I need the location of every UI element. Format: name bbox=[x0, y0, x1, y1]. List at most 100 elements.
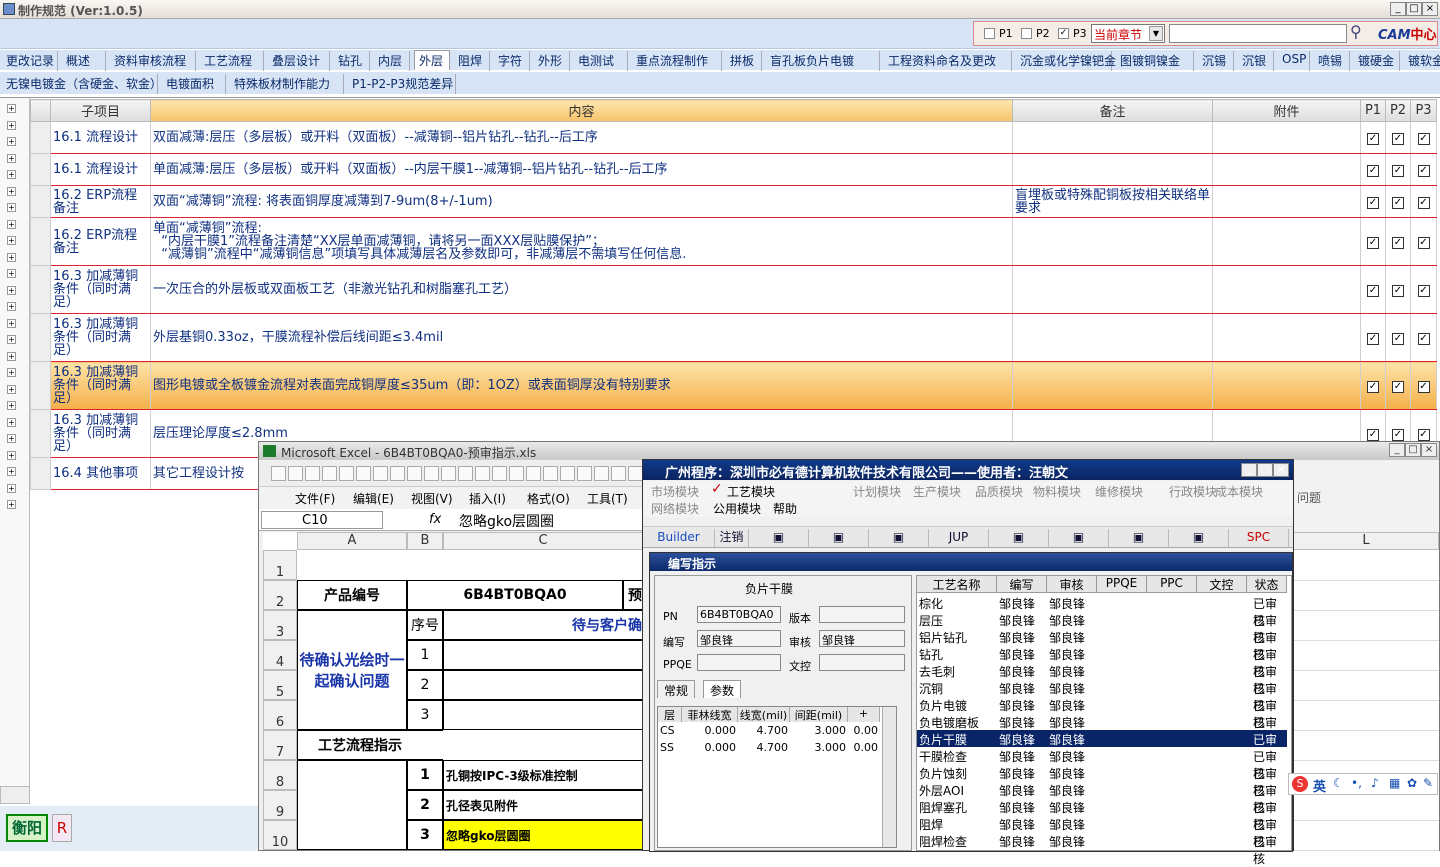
tree-expand-icon[interactable]: + bbox=[7, 137, 16, 146]
tree-expand-icon[interactable]: + bbox=[7, 368, 16, 377]
minimize-button[interactable]: _ bbox=[1390, 2, 1406, 16]
table-row[interactable]: 16.1 流程设计 双面减薄:层压（多层板）或开料（双面板）--减薄铜--铝片钻孔… bbox=[30, 121, 1437, 154]
app-menu-0[interactable]: 市场模块 bbox=[651, 483, 699, 500]
tree-expand-icon[interactable]: + bbox=[7, 467, 16, 476]
col-header[interactable]: A bbox=[297, 532, 407, 550]
check-icon[interactable]: ✓ bbox=[1392, 332, 1404, 345]
row-header[interactable]: 2 bbox=[263, 580, 297, 610]
tree-expand-icon[interactable]: + bbox=[7, 203, 16, 212]
param-header[interactable]: 线宽(mil) bbox=[738, 707, 790, 722]
maximize-button[interactable]: □ bbox=[1406, 2, 1422, 16]
toolbar-icon[interactable] bbox=[305, 466, 320, 481]
tab-4[interactable]: 叠层设计 bbox=[268, 51, 330, 71]
tab-12[interactable]: 重点流程制作 bbox=[632, 51, 722, 71]
check-icon[interactable]: ✓ bbox=[1392, 196, 1404, 209]
tab-5[interactable]: 钻孔 bbox=[334, 51, 370, 71]
proc-header[interactable]: 编写 bbox=[997, 576, 1047, 593]
app-menu2-2[interactable]: 帮助 bbox=[773, 500, 797, 517]
writer-field[interactable]: 邹良锋 bbox=[697, 630, 781, 647]
app-menu-5[interactable]: 品质模块 bbox=[975, 483, 1023, 500]
list-item[interactable]: 阻焊 邹良锋 邹良锋 已审核 bbox=[917, 815, 1287, 849]
toolbar-icon[interactable]: ▣ bbox=[1109, 529, 1169, 547]
toolbar-icon[interactable] bbox=[458, 466, 473, 481]
toolbar-icon[interactable] bbox=[373, 466, 388, 481]
tree-expand-icon[interactable]: + bbox=[7, 384, 16, 394]
table-row[interactable]: 16.3 加减薄铜条件（同时满足） 一次压合的外层板或双面板工艺（非激光钻孔和树脂… bbox=[30, 265, 1437, 314]
excel-close-button[interactable]: × bbox=[1421, 443, 1437, 457]
toolbar-icon[interactable]: ▣ bbox=[869, 529, 929, 547]
tab-16[interactable]: 沉金或化学镍钯金 bbox=[1016, 51, 1116, 71]
table-row[interactable]: 16.3 加减薄铜条件（同时满足） 图形电镀或全板镀金流程对表面完成铜厚度≤35u… bbox=[30, 361, 1437, 410]
scrollbar[interactable] bbox=[882, 707, 896, 847]
ppqe-field[interactable] bbox=[697, 654, 781, 671]
pending-cell[interactable] bbox=[443, 670, 647, 700]
check-icon[interactable]: ✓ bbox=[1367, 236, 1379, 249]
tree-expand-icon[interactable]: + bbox=[7, 236, 16, 245]
toolbar-icon[interactable]: ▣ bbox=[809, 529, 869, 547]
param-header[interactable]: + bbox=[848, 707, 880, 722]
erp-toolbar-button[interactable]: Builder bbox=[643, 529, 715, 547]
wrench-icon[interactable]: ✎ bbox=[1423, 776, 1433, 790]
pending-cell[interactable] bbox=[443, 640, 647, 670]
app-menu-7[interactable]: 维修模块 bbox=[1095, 483, 1143, 500]
check-icon[interactable]: ✓ bbox=[1417, 132, 1430, 145]
search-input[interactable] bbox=[1169, 24, 1347, 43]
proc-header[interactable]: 状态 bbox=[1247, 576, 1287, 593]
erp-toolbar-button[interactable]: SPC bbox=[1229, 529, 1289, 547]
list-item[interactable]: 负电镀磨板邹良锋邹良锋已审核 bbox=[917, 713, 1287, 747]
tree-expand-icon[interactable]: + bbox=[7, 302, 16, 311]
p2-checkbox[interactable] bbox=[1021, 28, 1032, 39]
list-item[interactable]: 去毛刺 邹良锋 邹良锋 已审核 bbox=[917, 662, 1287, 696]
table-row[interactable]: 16.2 ERP流程备注 双面“减薄铜”流程: 将表面铜厚度减薄到7-9um(8+… bbox=[30, 185, 1437, 218]
scroll-arrows[interactable] bbox=[0, 786, 30, 804]
toolbar-icon[interactable] bbox=[271, 466, 286, 481]
tree-expand-icon[interactable]: + bbox=[7, 252, 16, 262]
name-box[interactable]: C10 bbox=[261, 511, 383, 529]
fx-icon[interactable]: fx bbox=[429, 512, 441, 527]
check-icon[interactable]: ✓ bbox=[1367, 164, 1379, 177]
toolbar-icon[interactable] bbox=[509, 466, 524, 481]
menu-5[interactable]: 工具(T) bbox=[587, 490, 628, 507]
app-menu-4[interactable]: 生产模块 bbox=[913, 483, 961, 500]
param-header[interactable]: 菲林线宽 bbox=[682, 707, 738, 722]
help-hint[interactable]: 问题 bbox=[1297, 489, 1321, 506]
tab-3[interactable]: 工艺流程 bbox=[200, 51, 264, 71]
app-menu-6[interactable]: 物料模块 bbox=[1033, 483, 1081, 500]
tab-0[interactable]: 更改记录 bbox=[2, 51, 58, 71]
tree-expand-icon[interactable]: + bbox=[7, 269, 16, 278]
param-header[interactable]: 间距(mil) bbox=[790, 707, 848, 722]
tree-expand-icon[interactable]: + bbox=[7, 483, 16, 493]
tab-23[interactable]: 镀软金 bbox=[1404, 51, 1440, 71]
moon-icon[interactable]: ☾ bbox=[1333, 776, 1344, 790]
proc-header[interactable]: 审核 bbox=[1047, 576, 1097, 593]
row-header[interactable]: 5 bbox=[263, 670, 297, 700]
flow-item-3[interactable]: 忽略gko层圆圈 bbox=[443, 820, 647, 850]
toolbar-icon[interactable] bbox=[424, 466, 439, 481]
tab-17[interactable]: 图镀铜镍金 bbox=[1116, 51, 1194, 71]
col-header[interactable]: L bbox=[1293, 532, 1439, 550]
tab-13[interactable]: 拼板 bbox=[726, 51, 762, 71]
app-menu2-0[interactable]: 网络模块 bbox=[651, 500, 699, 517]
list-item[interactable]: 负片电镀 邹良锋 邹良锋 已审核 bbox=[917, 696, 1287, 730]
row-header[interactable]: 7 bbox=[263, 730, 297, 760]
toolbar-icon[interactable] bbox=[492, 466, 507, 481]
tab-19[interactable]: 沉银 bbox=[1238, 51, 1274, 71]
mic-icon[interactable]: ♪ bbox=[1371, 776, 1379, 790]
toolbar-icon[interactable] bbox=[628, 466, 643, 481]
app-menu-9[interactable]: 成本模块 bbox=[1215, 483, 1263, 500]
check-icon[interactable]: ✓ bbox=[1367, 332, 1379, 345]
tree-expand-icon[interactable]: + bbox=[7, 351, 16, 361]
tree-expand-icon[interactable]: + bbox=[7, 318, 16, 328]
list-item[interactable]: 钻孔 邹良锋 邹良锋 已审核 bbox=[917, 645, 1287, 679]
toolbar-icon[interactable] bbox=[526, 466, 541, 481]
tab-10[interactable]: 外形 bbox=[534, 51, 570, 71]
header-note[interactable]: 备注 bbox=[1012, 99, 1213, 122]
doc-field[interactable] bbox=[819, 654, 905, 671]
proc-header[interactable]: 工艺名称 bbox=[917, 576, 997, 593]
tree-expand-icon[interactable]: + bbox=[7, 335, 16, 344]
list-item[interactable]: 层压 邹良锋 邹良锋 已审核 bbox=[917, 611, 1287, 645]
formula-input[interactable]: 忽略gko层圆圈 bbox=[459, 511, 554, 531]
menu-2[interactable]: 视图(V) bbox=[411, 490, 453, 507]
check-icon[interactable]: ✓ bbox=[1367, 428, 1379, 441]
row-header[interactable]: 8 bbox=[263, 760, 297, 790]
